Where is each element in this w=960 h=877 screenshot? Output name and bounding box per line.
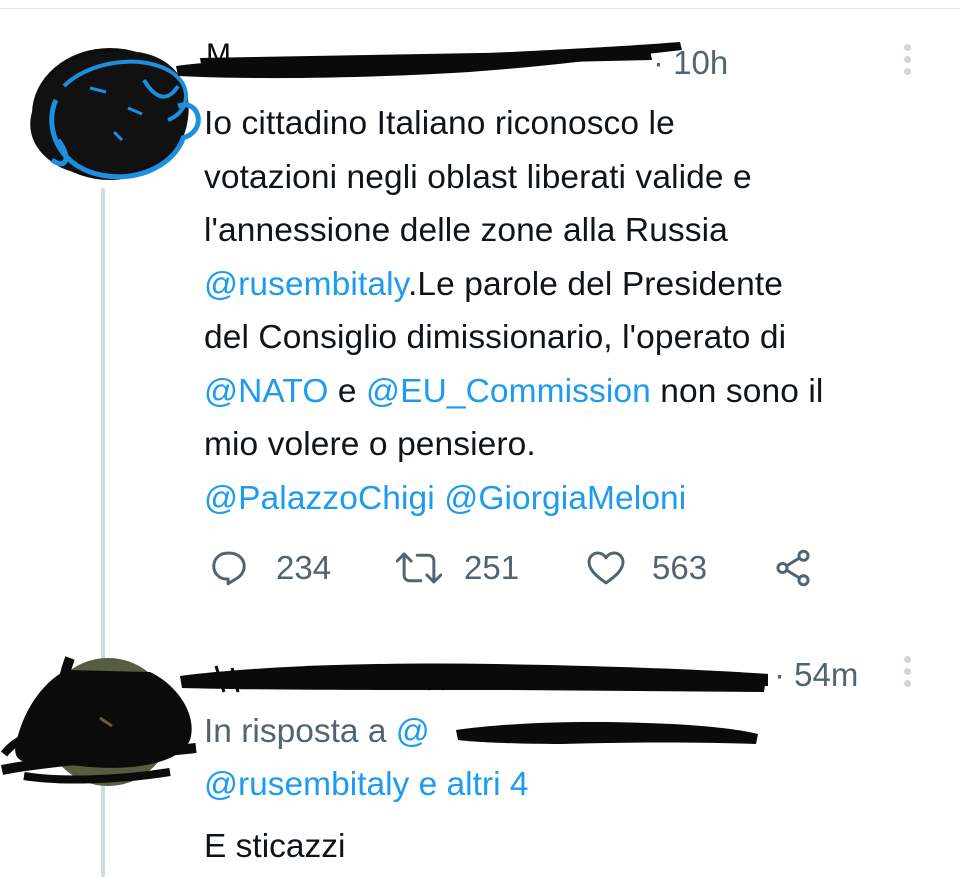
tweet-text-segment: Io cittadino Italiano riconosco le [204,105,675,142]
mention-link[interactable]: @rusembitaly [204,266,408,303]
tweet-text-line: Io cittadino Italiano riconosco le [204,97,934,151]
tweet-text-line: votazioni negli oblast liberati valide e [204,151,934,205]
mention-link[interactable]: @NATO [204,373,328,410]
avatar-scribble [0,656,197,786]
tweet-text-segment: l'annessione delle zone alla Russia [204,212,728,249]
tweet-text-line: @NATO e @EU_Commission non sono il [204,365,934,419]
reply-button[interactable]: 234 [208,540,331,596]
tweet-text-segment: votazioni negli oblast liberati valide e [204,158,752,196]
tweet-text-segment: e [328,372,367,410]
tweet-text-line: @PalazzoChigi @GiorgiaMeloni [204,472,934,526]
tweet-text-segment: non sono il [650,372,824,410]
tweet-time: · 54m [774,656,859,693]
retweet-count: 251 [464,549,520,586]
share-icon [776,549,810,587]
tweet-text-segment: .Le parole del Presidente [408,265,783,303]
more-icon[interactable] [902,44,912,80]
tweet-actions: 234 251 563 [208,540,828,596]
reply-icon [212,551,246,586]
reply-text: E sticazzi [204,828,346,865]
tweet-text-segment: del Consiglio dimissionario, l'operato d… [204,319,787,356]
retweet-button[interactable]: 251 [396,540,519,596]
tweet-text-line: del Consiglio dimissionario, l'operato d… [204,311,934,365]
mention-link[interactable]: @PalazzoChigi [204,480,435,517]
tweet-text: Io cittadino Italiano riconosco le votazi… [204,97,934,525]
tweet-text-segment [435,480,444,517]
top-divider [0,8,960,9]
tweet-text-line: mio volere o pensiero. [204,418,934,472]
tweet-text-segment: mio volere o pensiero. [204,426,536,463]
tweet-text-line: l'annessione delle zone alla Russia [204,204,934,258]
retweet-icon [396,552,442,584]
replying-to-mention[interactable]: @rusembitaly [204,766,409,803]
avatar[interactable] [0,644,200,796]
svg-text:M: M [206,38,231,71]
more-icon[interactable] [902,656,912,692]
like-count: 563 [652,549,708,586]
redacted-username [180,663,768,693]
mention-link[interactable]: @GiorgiaMeloni [444,480,686,517]
redacted-mention [456,722,758,744]
replying-to-others[interactable]: e altri 4 [409,766,529,803]
share-button[interactable] [772,540,814,596]
like-icon [587,551,625,585]
mention-link[interactable]: @EU_Commission [366,373,651,410]
replying-to-mention-redacted[interactable]: @ [396,713,430,750]
replying-to-label: In risposta a [204,713,387,750]
tweet-text-line: @rusembitaly.Le parole del Presidente [204,258,934,312]
redacted-username: M [176,38,682,79]
reply-count: 234 [276,549,332,586]
tweet-time: · 10h [653,44,729,81]
like-button[interactable]: 563 [584,540,707,596]
